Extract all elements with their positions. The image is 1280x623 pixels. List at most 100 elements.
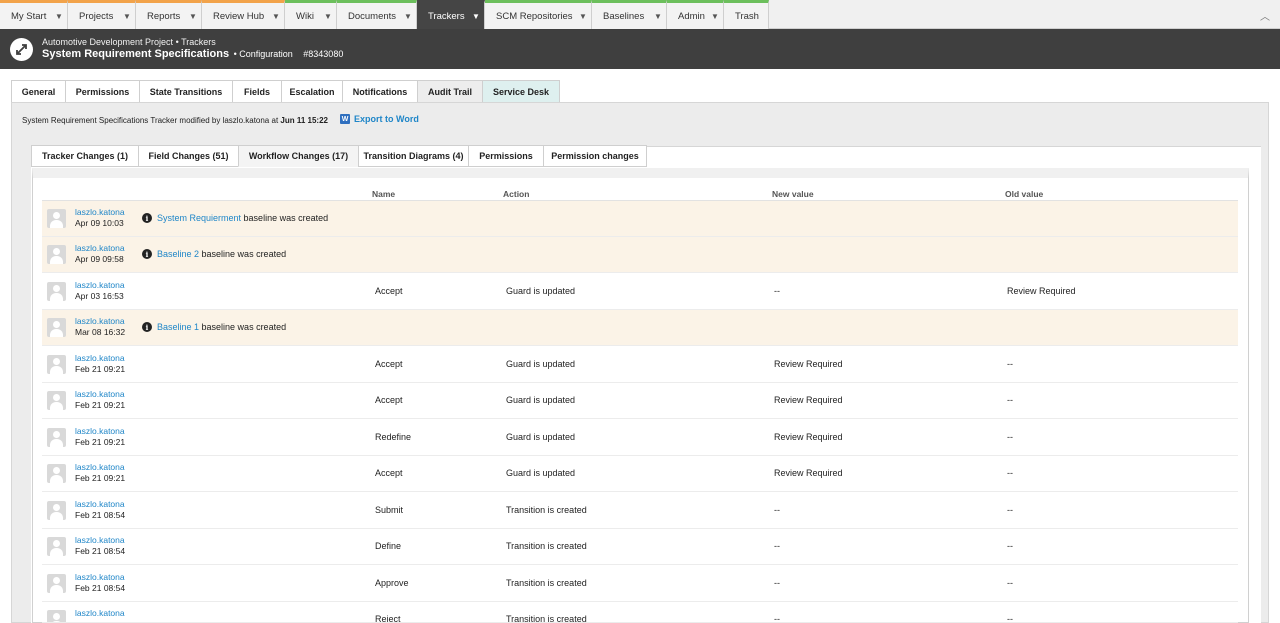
dropdown-arrow-icon[interactable]: ▼ — [650, 12, 666, 21]
info-icon: i — [142, 213, 152, 223]
tab-tracker-changes[interactable]: Tracker Changes (1) — [31, 145, 139, 167]
page-subtitle: • Configuration — [233, 49, 293, 59]
nav-tab-projects[interactable]: Projects ▼ — [68, 0, 136, 29]
tab-state-transitions[interactable]: State Transitions — [139, 80, 233, 102]
nav-tab-my-start[interactable]: My Start ▼ — [0, 0, 68, 29]
user-link[interactable]: laszlo.katona — [75, 608, 125, 618]
tab-permission-changes[interactable]: Permission changes — [543, 145, 647, 167]
user-link[interactable]: laszlo.katona — [75, 572, 125, 582]
change-date: Feb 21 09:21 — [75, 473, 126, 483]
change-action: Guard is updated — [506, 395, 576, 405]
breadcrumb-separator: • — [175, 37, 179, 47]
export-to-word-link[interactable]: W Export to Word — [340, 114, 419, 124]
user-link[interactable]: laszlo.katona — [75, 243, 125, 253]
tab-escalation[interactable]: Escalation — [281, 80, 343, 102]
chevron-up-icon[interactable]: ︿ — [1260, 8, 1270, 23]
word-icon: W — [340, 114, 350, 124]
table-row: laszlo.katona Feb 21 09:21 Accept Guard … — [42, 456, 1238, 492]
modified-info: System Requirement Specifications Tracke… — [22, 116, 328, 125]
tab-transition-diagrams[interactable]: Transition Diagrams (4) — [358, 145, 469, 167]
dropdown-arrow-icon[interactable]: ▼ — [707, 12, 723, 21]
config-tabs: General Permissions State Transitions Fi… — [11, 80, 560, 102]
dropdown-arrow-icon[interactable]: ▼ — [575, 12, 591, 21]
avatar — [47, 355, 66, 374]
avatar — [47, 282, 66, 301]
page-title: System Requirement Specifications — [42, 48, 230, 60]
baseline-link[interactable]: System Requierment — [157, 213, 241, 223]
nav-tab-baselines[interactable]: Baselines ▼ — [592, 0, 667, 29]
tab-workflow-changes[interactable]: Workflow Changes (17) — [238, 145, 359, 167]
user-link[interactable]: laszlo.katona — [75, 499, 125, 509]
old-value: Review Required — [1007, 286, 1076, 296]
table-row: laszlo.katona Apr 09 09:58 i Baseline 2 … — [42, 237, 1238, 273]
user-link[interactable]: laszlo.katona — [75, 280, 125, 290]
info-icon: i — [142, 322, 152, 332]
avatar — [47, 610, 66, 622]
avatar — [47, 318, 66, 337]
user-link[interactable]: laszlo.katona — [75, 207, 125, 217]
table-row: laszlo.katona Reject Transition is creat… — [42, 602, 1238, 623]
baseline-link[interactable]: Baseline 1 — [157, 322, 199, 332]
user-link[interactable]: laszlo.katona — [75, 353, 125, 363]
new-value: Review Required — [774, 468, 843, 478]
breadcrumb-project[interactable]: Automotive Development Project — [42, 37, 173, 47]
nav-tab-trackers[interactable]: Trackers ▼ — [417, 0, 485, 29]
user-link[interactable]: laszlo.katona — [75, 535, 125, 545]
change-date: Mar 08 16:32 — [75, 327, 126, 337]
nav-tab-reports[interactable]: Reports ▼ — [136, 0, 202, 29]
change-action: Guard is updated — [506, 286, 576, 296]
transition-name: Redefine — [375, 432, 412, 442]
tab-sub-permissions[interactable]: Permissions — [468, 145, 544, 167]
nav-tab-documents[interactable]: Documents ▼ — [337, 0, 417, 29]
dropdown-arrow-icon[interactable]: ▼ — [119, 12, 135, 21]
top-navigation: My Start ▼ Projects ▼ Reports ▼ Review Hub ▼… — [0, 0, 1280, 29]
change-action: Transition is created — [506, 578, 587, 588]
dropdown-arrow-icon[interactable]: ▼ — [468, 12, 484, 21]
nav-tab-admin[interactable]: Admin ▼ — [667, 0, 724, 29]
old-value: -- — [1007, 541, 1013, 551]
breadcrumb-trackers[interactable]: Trackers — [181, 37, 216, 47]
tab-fields[interactable]: Fields — [232, 80, 282, 102]
user-link[interactable]: laszlo.katona — [75, 462, 125, 472]
user-link[interactable]: laszlo.katona — [75, 389, 125, 399]
column-header-action: Action — [503, 189, 530, 199]
tab-field-changes[interactable]: Field Changes (51) — [138, 145, 239, 167]
tab-audit-trail[interactable]: Audit Trail — [417, 80, 483, 102]
baseline-link[interactable]: Baseline 2 — [157, 249, 199, 259]
tab-permissions[interactable]: Permissions — [65, 80, 140, 102]
table-header: Name Action New value Old value — [42, 189, 1238, 201]
old-value: -- — [1007, 468, 1013, 478]
column-header-old-value: Old value — [1005, 189, 1044, 199]
change-date: Feb 21 09:21 — [75, 437, 126, 447]
column-header-new-value: New value — [772, 189, 814, 199]
tracker-logo-icon — [10, 38, 33, 61]
change-action: Transition is created — [506, 541, 587, 551]
new-value: -- — [774, 614, 780, 623]
dropdown-arrow-icon[interactable]: ▼ — [185, 12, 201, 21]
old-value: -- — [1007, 614, 1013, 623]
tab-service-desk[interactable]: Service Desk — [482, 80, 560, 102]
user-link[interactable]: laszlo.katona — [75, 316, 125, 326]
new-value: -- — [774, 286, 780, 296]
nav-tab-wiki[interactable]: Wiki ▼ — [285, 0, 337, 29]
avatar — [47, 501, 66, 520]
dropdown-arrow-icon[interactable]: ▼ — [400, 12, 416, 21]
user-link[interactable]: laszlo.katona — [75, 426, 125, 436]
avatar — [47, 209, 66, 228]
table-row: laszlo.katona Feb 21 09:21 Accept Guard … — [42, 383, 1238, 419]
tab-general[interactable]: General — [11, 80, 66, 102]
nav-tab-review-hub[interactable]: Review Hub ▼ — [202, 0, 285, 29]
change-date: Apr 09 09:58 — [75, 254, 124, 264]
tab-notifications[interactable]: Notifications — [342, 80, 418, 102]
nav-tab-trash[interactable]: Trash — [724, 0, 769, 29]
transition-name: Accept — [375, 468, 403, 478]
old-value: -- — [1007, 395, 1013, 405]
transition-name: Define — [375, 541, 402, 551]
nav-tab-scm-repositories[interactable]: SCM Repositories ▼ — [485, 0, 592, 29]
baseline-message: Baseline 2 baseline was created — [157, 249, 287, 259]
change-date: Feb 21 09:21 — [75, 364, 126, 374]
change-action: Guard is updated — [506, 359, 576, 369]
dropdown-arrow-icon[interactable]: ▼ — [320, 12, 336, 21]
dropdown-arrow-icon[interactable]: ▼ — [51, 12, 67, 21]
dropdown-arrow-icon[interactable]: ▼ — [268, 12, 284, 21]
